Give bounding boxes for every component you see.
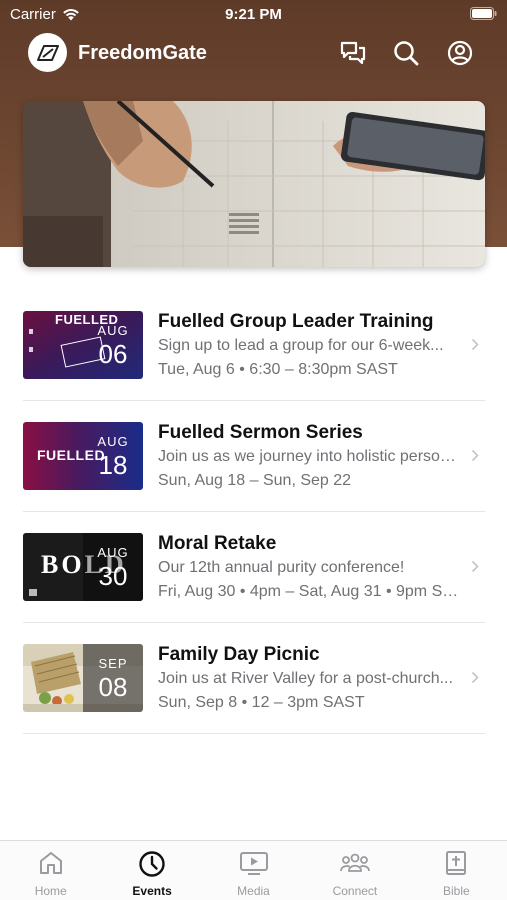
event-date-badge: AUG 30 xyxy=(83,533,143,601)
tab-connect[interactable]: Connect xyxy=(304,841,405,900)
event-time: Fri, Aug 30 • 4pm – Sat, Aug 31 • 9pm SA… xyxy=(158,583,463,600)
event-date-badge: AUG 06 xyxy=(83,311,143,379)
tab-events[interactable]: Events xyxy=(101,841,202,900)
event-month: SEP xyxy=(98,656,128,671)
chevron-right-icon xyxy=(471,338,479,351)
search-button[interactable] xyxy=(391,38,421,68)
event-row-family-day-picnic[interactable]: SEP 08 Family Day Picnic Join us at Rive… xyxy=(23,623,485,734)
app-logo[interactable] xyxy=(28,33,67,72)
event-title: Fuelled Sermon Series xyxy=(158,422,363,443)
event-time: Sun, Sep 8 • 12 – 3pm SAST xyxy=(158,694,365,711)
event-month: AUG xyxy=(97,545,129,560)
search-icon xyxy=(394,41,419,66)
events-list: FUELLED AUG 06 Fuelled Group Leader Trai… xyxy=(23,290,485,734)
event-title: Fuelled Group Leader Training xyxy=(158,311,434,332)
event-time: Sun, Aug 18 – Sun, Sep 22 xyxy=(158,472,352,489)
hero-banner-image[interactable] xyxy=(23,101,485,267)
event-description: Join us at River Valley for a post-churc… xyxy=(158,670,453,687)
battery-icon xyxy=(470,7,497,24)
logo-mark-icon xyxy=(36,44,59,61)
event-day: 06 xyxy=(98,339,128,369)
user-icon xyxy=(447,40,473,66)
chevron-right-icon xyxy=(471,560,479,573)
chat-icon xyxy=(340,41,366,65)
home-icon xyxy=(39,852,62,874)
tab-label: Connect xyxy=(332,884,378,898)
tab-label: Bible xyxy=(442,884,470,898)
chevron-right-icon xyxy=(471,449,479,462)
status-bar: Carrier 9:21 PM xyxy=(0,0,507,28)
status-time: 9:21 PM xyxy=(225,6,282,23)
event-date-badge: SEP 08 xyxy=(83,644,143,712)
event-title: Moral Retake xyxy=(158,533,277,554)
media-icon xyxy=(239,852,268,875)
event-row-moral-retake[interactable]: BOLD AUG 30 Moral Retake Our 12th annual… xyxy=(23,512,485,623)
event-thumbnail: SEP 08 xyxy=(23,644,143,712)
tab-label: Events xyxy=(132,884,172,898)
event-thumbnail: BOLD AUG 30 xyxy=(23,533,143,601)
event-thumbnail: FUELLED AUG 06 xyxy=(23,311,143,379)
event-description: Join us as we journey into holistic pers… xyxy=(158,448,458,465)
brand-name: FreedomGate xyxy=(78,42,207,64)
tab-media[interactable]: Media xyxy=(203,841,304,900)
event-day: 08 xyxy=(98,672,128,702)
event-day: 30 xyxy=(98,561,128,591)
event-row-fuelled-group-leader-training[interactable]: FUELLED AUG 06 Fuelled Group Leader Trai… xyxy=(23,290,485,401)
event-description: Sign up to lead a group for our 6-week..… xyxy=(158,337,444,354)
profile-button[interactable] xyxy=(445,38,475,68)
event-date-badge: AUG 18 xyxy=(83,422,143,490)
event-time: Tue, Aug 6 • 6:30 – 8:30pm SAST xyxy=(158,361,398,378)
event-month: AUG xyxy=(97,323,129,338)
tab-label: Home xyxy=(34,884,67,898)
event-month: AUG xyxy=(97,434,129,449)
bible-icon xyxy=(446,851,467,875)
event-thumbnail: FUELLED AUG 18 xyxy=(23,422,143,490)
event-title: Family Day Picnic xyxy=(158,644,320,665)
messages-button[interactable] xyxy=(338,38,368,68)
event-row-fuelled-sermon-series[interactable]: FUELLED AUG 18 Fuelled Sermon Series Joi… xyxy=(23,401,485,512)
event-day: 18 xyxy=(98,450,128,480)
app-header: FreedomGate xyxy=(0,30,507,78)
tab-bar: Home Events Media Connect Bible xyxy=(0,840,507,900)
event-description: Our 12th annual purity conference! xyxy=(158,559,405,576)
tab-label: Media xyxy=(237,884,270,898)
tab-bible[interactable]: Bible xyxy=(406,841,507,900)
chevron-right-icon xyxy=(471,671,479,684)
tab-home[interactable]: Home xyxy=(0,841,101,900)
people-icon xyxy=(340,853,370,872)
clock-icon xyxy=(139,851,165,877)
